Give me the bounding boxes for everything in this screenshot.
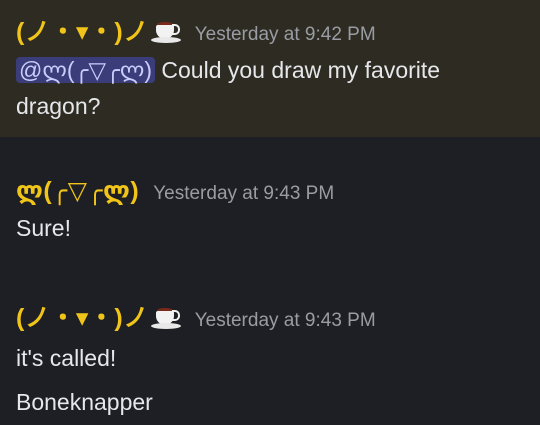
message-text-continued: dragon? xyxy=(16,93,101,119)
message-text: it's called! xyxy=(16,345,117,371)
author-name-text: (ノ・▾・)ノ xyxy=(16,304,149,332)
author-name-text: (ノ・▾・)ノ xyxy=(16,18,149,46)
user-mention[interactable]: @ლ(╭▽╭ლ) xyxy=(16,57,156,83)
message-item[interactable]: ლ(╭▽╭ლ) Yesterday at 9:43 PM Sure! xyxy=(0,176,540,256)
message-item[interactable]: (ノ・▾・)ノ Yesterday at 9:43 PM it's called… xyxy=(0,298,540,423)
message-timestamp[interactable]: Yesterday at 9:43 PM xyxy=(195,310,376,332)
message-content: @ლ(╭▽╭ლ) Could you draw my favorite xyxy=(16,54,540,86)
author-name[interactable]: ლ(╭▽╭ლ) xyxy=(16,176,139,206)
author-name[interactable]: (ノ・▾・)ノ xyxy=(16,12,181,48)
chat-message-list: (ノ・▾・)ノ Yesterday at 9:42 PM @ლ(╭▽╭ლ) Co… xyxy=(0,0,540,425)
author-name[interactable]: (ノ・▾・)ノ xyxy=(16,298,181,334)
message-text: Could you draw my favorite xyxy=(155,57,441,83)
message-text: Boneknapper xyxy=(16,389,153,415)
message-item[interactable]: (ノ・▾・)ノ Yesterday at 9:42 PM @ლ(╭▽╭ლ) Co… xyxy=(0,0,540,137)
message-header: (ノ・▾・)ノ Yesterday at 9:43 PM xyxy=(16,298,540,334)
message-header: ლ(╭▽╭ლ) Yesterday at 9:43 PM xyxy=(16,176,540,206)
teacup-icon xyxy=(150,305,181,329)
message-timestamp[interactable]: Yesterday at 9:43 PM xyxy=(153,183,334,205)
teacup-icon xyxy=(150,19,181,43)
message-header: (ノ・▾・)ノ Yesterday at 9:42 PM xyxy=(16,12,540,48)
message-text: Sure! xyxy=(16,215,71,241)
message-timestamp[interactable]: Yesterday at 9:42 PM xyxy=(195,24,376,46)
